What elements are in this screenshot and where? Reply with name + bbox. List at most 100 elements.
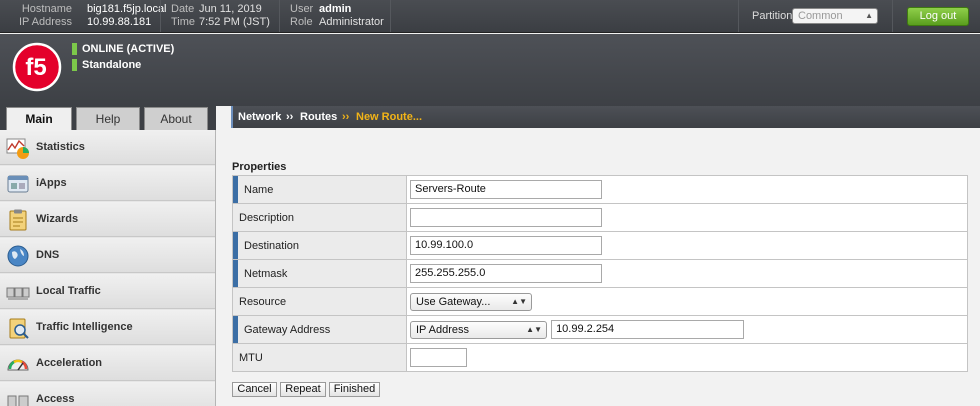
cancel-button[interactable]: Cancel <box>232 382 277 397</box>
field-cell: 255.255.255.0 <box>406 259 968 288</box>
time-label: Time <box>171 16 196 28</box>
destination-input[interactable]: 10.99.100.0 <box>410 236 602 255</box>
form-row-gateway-address: Gateway Address IP Address ▲▼ 10.99.2.254 <box>232 315 968 344</box>
field-label: Name <box>232 175 407 204</box>
updown-arrows-icon: ▲▼ <box>526 324 542 334</box>
updown-arrows-icon: ▲▼ <box>511 296 527 306</box>
ip-value: 10.99.88.181 <box>87 16 152 28</box>
hostname-value: big181.f5jp.local <box>87 3 167 15</box>
divider <box>279 0 280 32</box>
sidebar-item-label: Traffic Intelligence <box>36 321 133 333</box>
role-value: Administrator <box>319 16 384 28</box>
field-cell <box>406 203 968 232</box>
sidebar-item-local-traffic[interactable]: Local Traffic <box>0 274 215 309</box>
time-value: 7:52 PM (JST) <box>199 16 270 28</box>
mtu-input[interactable] <box>410 348 467 367</box>
form-row-name: Name Servers-Route <box>232 175 968 204</box>
date-label: Date <box>171 3 195 15</box>
gateway-type-select[interactable]: IP Address ▲▼ <box>410 320 547 339</box>
name-input[interactable]: Servers-Route <box>410 180 602 199</box>
breadcrumb: Network ›› Routes ›› New Route... <box>231 106 980 128</box>
field-label: Gateway Address <box>232 315 407 344</box>
date-value: Jun 11, 2019 <box>199 3 262 15</box>
partition-value: Common <box>798 10 843 22</box>
field-label: Netmask <box>232 259 407 288</box>
traffic-intelligence-icon <box>9 318 29 339</box>
updown-arrows-icon: ▲ <box>865 11 873 20</box>
repeat-button[interactable]: Repeat <box>280 382 326 397</box>
main-tabs: Main Help About <box>0 106 216 131</box>
tab-main[interactable]: Main <box>6 107 72 131</box>
field-label: Destination <box>232 231 407 260</box>
form-row-resource: Resource Use Gateway... ▲▼ <box>232 287 968 316</box>
field-label: Description <box>232 203 407 232</box>
sidebar-item-access[interactable]: Access <box>0 382 215 406</box>
ha-mode: Standalone <box>72 59 141 71</box>
form-row-netmask: Netmask 255.255.255.0 <box>232 259 968 288</box>
ip-label: IP Address <box>19 16 72 28</box>
sidebar-item-label: Access <box>36 393 75 405</box>
acceleration-gauge-icon <box>7 359 29 371</box>
sidebar-item-statistics[interactable]: Statistics <box>0 130 215 165</box>
tab-help[interactable]: Help <box>76 107 140 130</box>
sidebar-item-label: DNS <box>36 249 60 261</box>
iapps-icon <box>7 175 29 193</box>
form-row-mtu: MTU <box>232 343 968 372</box>
user-label: User <box>290 3 314 15</box>
gateway-type-value: IP Address <box>416 323 469 336</box>
top-status-bar: Hostname big181.f5jp.local IP Address 10.9… <box>0 0 980 33</box>
field-label: MTU <box>232 343 407 372</box>
partition-select[interactable]: Common ▲ <box>792 8 878 24</box>
resource-select-value: Use Gateway... <box>416 295 491 308</box>
field-cell: Use Gateway... ▲▼ <box>406 287 968 316</box>
sidebar-item-wizards[interactable]: Wizards <box>0 202 215 237</box>
access-icon <box>7 395 29 406</box>
finished-button[interactable]: Finished <box>329 382 380 397</box>
sidebar-item-dns[interactable]: DNS <box>0 238 215 273</box>
field-cell: Servers-Route <box>406 175 968 204</box>
divider <box>390 0 391 32</box>
divider <box>892 0 893 32</box>
field-cell: IP Address ▲▼ 10.99.2.254 <box>406 315 968 344</box>
breadcrumb-separator: ›› <box>286 111 294 123</box>
user-value: admin <box>319 3 352 15</box>
divider <box>738 0 739 32</box>
form-row-description: Description <box>232 203 968 232</box>
section-title: Properties <box>232 161 287 173</box>
sidebar-item-label: Acceleration <box>36 357 103 369</box>
sidebar-item-traffic-intelligence[interactable]: Traffic Intelligence <box>0 310 215 345</box>
f5-logo: f5 <box>12 42 62 92</box>
status-text: ONLINE (ACTIVE) <box>82 43 175 55</box>
logout-button[interactable]: Log out <box>907 7 969 26</box>
mode-text: Standalone <box>82 59 142 71</box>
tab-about[interactable]: About <box>144 107 208 130</box>
breadcrumb-separator: ›› <box>342 111 350 123</box>
status-indicator <box>72 43 77 55</box>
wizards-icon <box>9 209 27 231</box>
sidebar-item-iapps[interactable]: iApps <box>0 166 215 201</box>
properties-table: Name Servers-Route Description Destinati… <box>232 175 968 372</box>
local-traffic-icon <box>6 287 30 300</box>
description-input[interactable] <box>410 208 602 227</box>
logo-text: f5 <box>25 54 46 81</box>
breadcrumb-current: New Route... <box>356 111 423 123</box>
gateway-address-input[interactable]: 10.99.2.254 <box>551 320 745 339</box>
breadcrumb-routes[interactable]: Routes <box>300 106 337 128</box>
user-info: User admin Role Administrator <box>290 3 384 29</box>
divider <box>160 0 161 32</box>
field-label: Resource <box>232 287 407 316</box>
online-status: ONLINE (ACTIVE) <box>72 43 174 55</box>
sidebar-item-label: Statistics <box>36 141 85 153</box>
header-banner: f5 ONLINE (ACTIVE) Standalone <box>0 34 980 106</box>
sidebar-item-acceleration[interactable]: Acceleration <box>0 346 215 381</box>
field-cell: 10.99.100.0 <box>406 231 968 260</box>
hostname-label: Hostname <box>21 3 72 15</box>
form-row-destination: Destination 10.99.100.0 <box>232 231 968 260</box>
sidebar-nav: Statistics iApps Wizards DNS Local Traff… <box>0 130 216 406</box>
mode-indicator <box>72 59 77 71</box>
netmask-input[interactable]: 255.255.255.0 <box>410 264 602 283</box>
resource-select[interactable]: Use Gateway... ▲▼ <box>410 292 532 311</box>
sidebar-item-label: Wizards <box>36 213 79 225</box>
partition-label: Partition: <box>752 10 796 22</box>
breadcrumb-network[interactable]: Network <box>238 106 281 128</box>
